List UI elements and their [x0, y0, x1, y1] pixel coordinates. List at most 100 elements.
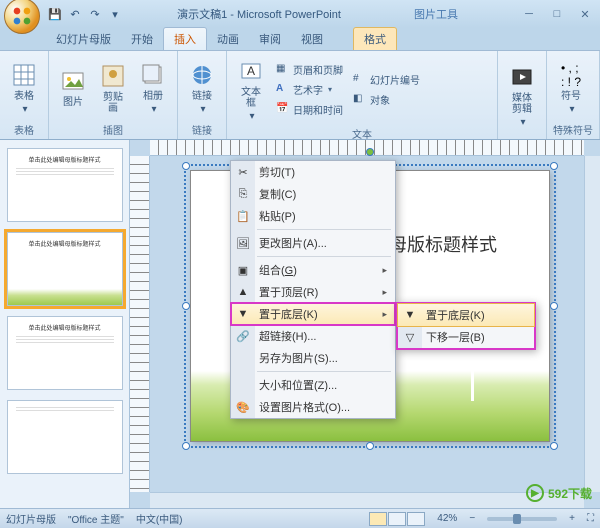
- title-bar: 💾 ↶ ↷ ▾ 演示文稿1 - Microsoft PowerPoint 图片工…: [0, 0, 600, 28]
- menu-cut[interactable]: ✂剪切(T): [231, 161, 395, 183]
- change-pic-icon: 🖼: [235, 235, 251, 251]
- tab-animation[interactable]: 动画: [207, 28, 249, 50]
- menu-size-position[interactable]: 大小和位置(Z)...: [231, 374, 395, 396]
- table-icon: [10, 61, 38, 89]
- tab-format[interactable]: 格式: [353, 27, 397, 50]
- resize-handle[interactable]: [182, 302, 190, 310]
- media-button[interactable]: 媒体剪辑▾: [504, 61, 540, 130]
- copy-icon: ⎘: [235, 186, 251, 202]
- save-button[interactable]: 💾: [46, 5, 64, 23]
- menu-bring-front[interactable]: ▲置于顶层(R)▸: [231, 281, 395, 303]
- header-icon: ▦: [276, 63, 290, 77]
- tab-review[interactable]: 审阅: [249, 28, 291, 50]
- zoom-level[interactable]: 42%: [437, 513, 457, 524]
- slideshow-view-button[interactable]: [407, 512, 425, 526]
- thumbnail-1[interactable]: 单击此处编辑母版标题样式: [7, 148, 123, 222]
- slide-number-button[interactable]: #幻灯片编号: [350, 71, 423, 89]
- ribbon: 表格▾ 表格 图片 剪贴画 相册▾ 插图 链接▾: [0, 50, 600, 140]
- thumbnail-3[interactable]: 单击此处编辑母版标题样式: [7, 316, 123, 390]
- group-media: 媒体剪辑▾: [498, 51, 547, 139]
- picture-icon: [59, 67, 87, 95]
- tab-view[interactable]: 视图: [291, 28, 333, 50]
- group-label-text: 文本: [233, 124, 491, 141]
- group-tables: 表格▾ 表格: [0, 51, 49, 139]
- undo-button[interactable]: ↶: [66, 5, 84, 23]
- media-icon: [508, 63, 536, 91]
- group-illustrations: 图片 剪贴画 相册▾ 插图: [49, 51, 178, 139]
- fit-button[interactable]: ⛶: [587, 513, 594, 524]
- menu-send-back[interactable]: ▼置于底层(K)▸: [231, 303, 395, 325]
- album-icon: [139, 61, 167, 89]
- datetime-button[interactable]: 📅日期和时间: [273, 101, 346, 119]
- wordart-button[interactable]: A艺术字▾: [273, 81, 346, 99]
- thumbnail-panel[interactable]: 单击此处编辑母版标题样式 单击此处编辑母版标题样式 单击此处编辑母版标题样式: [0, 140, 130, 508]
- status-bar: 幻灯片母版 "Office 主题" 中文(中国) 42% − + ⛶: [0, 508, 600, 528]
- status-view: 幻灯片母版: [6, 511, 56, 526]
- redo-button[interactable]: ↷: [86, 5, 104, 23]
- view-buttons: [369, 512, 425, 526]
- resize-handle[interactable]: [366, 442, 374, 450]
- paste-icon: 📋: [235, 208, 251, 224]
- resize-handle[interactable]: [550, 162, 558, 170]
- picture-button[interactable]: 图片: [55, 65, 91, 110]
- horizontal-scrollbar[interactable]: [150, 492, 584, 508]
- window-controls: ─ □ ✕: [518, 6, 596, 22]
- status-theme: "Office 主题": [68, 511, 124, 526]
- quick-access-toolbar: 💾 ↶ ↷ ▾: [46, 5, 124, 23]
- submenu-send-to-back[interactable]: ▼置于底层(K): [398, 304, 534, 326]
- menu-copy[interactable]: ⎘复制(C): [231, 183, 395, 205]
- status-language: 中文(中国): [136, 511, 183, 526]
- zoom-out-button[interactable]: −: [469, 513, 475, 524]
- menu-group[interactable]: ▣组合(G)▸: [231, 259, 395, 281]
- send-backward-icon: ▽: [402, 329, 418, 345]
- menu-save-as-picture[interactable]: 另存为图片(S)...: [231, 347, 395, 369]
- symbol-button[interactable]: • , ;: ! ? 符号▾: [553, 59, 589, 117]
- menu-hyperlink[interactable]: 🔗超链接(H)...: [231, 325, 395, 347]
- tab-home[interactable]: 开始: [121, 28, 163, 50]
- photo-album-button[interactable]: 相册▾: [135, 59, 171, 117]
- zoom-slider[interactable]: [487, 517, 557, 521]
- link-button[interactable]: 链接▾: [184, 59, 220, 117]
- resize-handle[interactable]: [182, 162, 190, 170]
- clipart-button[interactable]: 剪贴画: [95, 60, 131, 116]
- table-button[interactable]: 表格▾: [6, 59, 42, 117]
- header-footer-button[interactable]: ▦页眉和页脚: [273, 61, 346, 79]
- vertical-ruler: [130, 156, 150, 492]
- zoom-in-button[interactable]: +: [569, 513, 575, 524]
- qat-dropdown[interactable]: ▾: [106, 5, 124, 23]
- resize-handle[interactable]: [550, 442, 558, 450]
- textbox-button[interactable]: A 文本框▾: [233, 55, 269, 124]
- date-icon: 📅: [276, 103, 290, 117]
- group-label-illust: 插图: [55, 120, 171, 137]
- clipart-icon: [99, 62, 127, 90]
- watermark: ▶ 592下载: [526, 484, 592, 502]
- resize-handle[interactable]: [182, 442, 190, 450]
- tab-slide-master[interactable]: 幻灯片母版: [46, 28, 121, 50]
- window-title: 演示文稿1 - Microsoft PowerPoint: [124, 6, 394, 22]
- send-back-submenu: ▼置于底层(K) ▽下移一层(B): [396, 302, 536, 350]
- group-label-symbols: 特殊符号: [553, 120, 593, 137]
- hyperlink-icon: 🔗: [235, 328, 251, 344]
- object-icon: ◧: [353, 93, 367, 107]
- minimize-button[interactable]: ─: [518, 6, 540, 22]
- back-icon: ▼: [235, 306, 251, 322]
- context-menu: ✂剪切(T) ⎘复制(C) 📋粘贴(P) 🖼更改图片(A)... ▣组合(G)▸…: [230, 160, 396, 419]
- group-links: 链接▾ 链接: [178, 51, 227, 139]
- menu-paste[interactable]: 📋粘贴(P): [231, 205, 395, 227]
- close-button[interactable]: ✕: [574, 6, 596, 22]
- rotate-handle[interactable]: [366, 148, 374, 156]
- thumbnail-4[interactable]: [7, 400, 123, 474]
- menu-change-picture[interactable]: 🖼更改图片(A)...: [231, 232, 395, 254]
- object-button[interactable]: ◧对象: [350, 91, 423, 109]
- maximize-button[interactable]: □: [546, 6, 568, 22]
- thumbnail-2[interactable]: 单击此处编辑母版标题样式: [7, 232, 123, 306]
- tab-insert[interactable]: 插入: [163, 27, 207, 50]
- sorter-view-button[interactable]: [388, 512, 406, 526]
- vertical-scrollbar[interactable]: [584, 156, 600, 492]
- menu-format-picture[interactable]: 🎨设置图片格式(O)...: [231, 396, 395, 418]
- submenu-send-backward[interactable]: ▽下移一层(B): [398, 326, 534, 348]
- ribbon-tabs: 幻灯片母版 开始 插入 动画 审阅 视图 格式: [0, 28, 600, 50]
- slidenum-icon: #: [353, 73, 367, 87]
- resize-handle[interactable]: [550, 302, 558, 310]
- normal-view-button[interactable]: [369, 512, 387, 526]
